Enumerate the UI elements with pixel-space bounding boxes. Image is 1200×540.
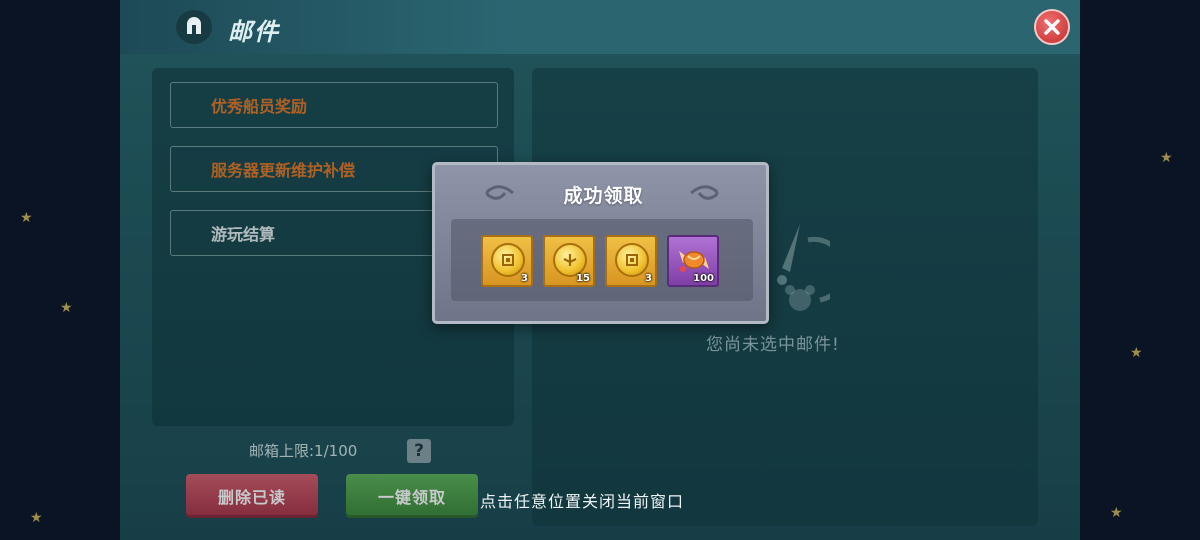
window-title: 邮件 xyxy=(228,18,280,46)
reward-item: 100 xyxy=(667,235,719,287)
star-decoration: ★ xyxy=(1110,505,1123,521)
gold-coin-icon xyxy=(615,243,649,277)
close-hint: 点击任意位置关闭当前窗口 xyxy=(480,492,685,511)
reward-item: 3 xyxy=(605,235,657,287)
reward-quantity: 3 xyxy=(645,273,652,284)
mail-icon xyxy=(176,10,212,44)
reward-quantity: 100 xyxy=(693,273,714,284)
star-decoration: ★ xyxy=(20,210,33,226)
star-decoration: ★ xyxy=(1130,345,1143,361)
reward-popup: 成功领取 3 15 3 100 xyxy=(432,162,769,324)
star-decoration: ★ xyxy=(30,510,43,526)
gold-coin-leaf-icon xyxy=(553,243,587,277)
reward-item: 15 xyxy=(543,235,595,287)
close-icon xyxy=(1044,19,1060,35)
reward-quantity: 15 xyxy=(576,273,590,284)
ornament-icon xyxy=(690,185,719,200)
star-decoration: ★ xyxy=(60,300,73,316)
candy-icon xyxy=(679,251,709,272)
close-button[interactable] xyxy=(1034,9,1070,45)
star-decoration: ★ xyxy=(1160,150,1173,166)
gold-coin-icon xyxy=(491,243,525,277)
reward-item: 3 xyxy=(481,235,533,287)
reward-quantity: 3 xyxy=(521,273,528,284)
